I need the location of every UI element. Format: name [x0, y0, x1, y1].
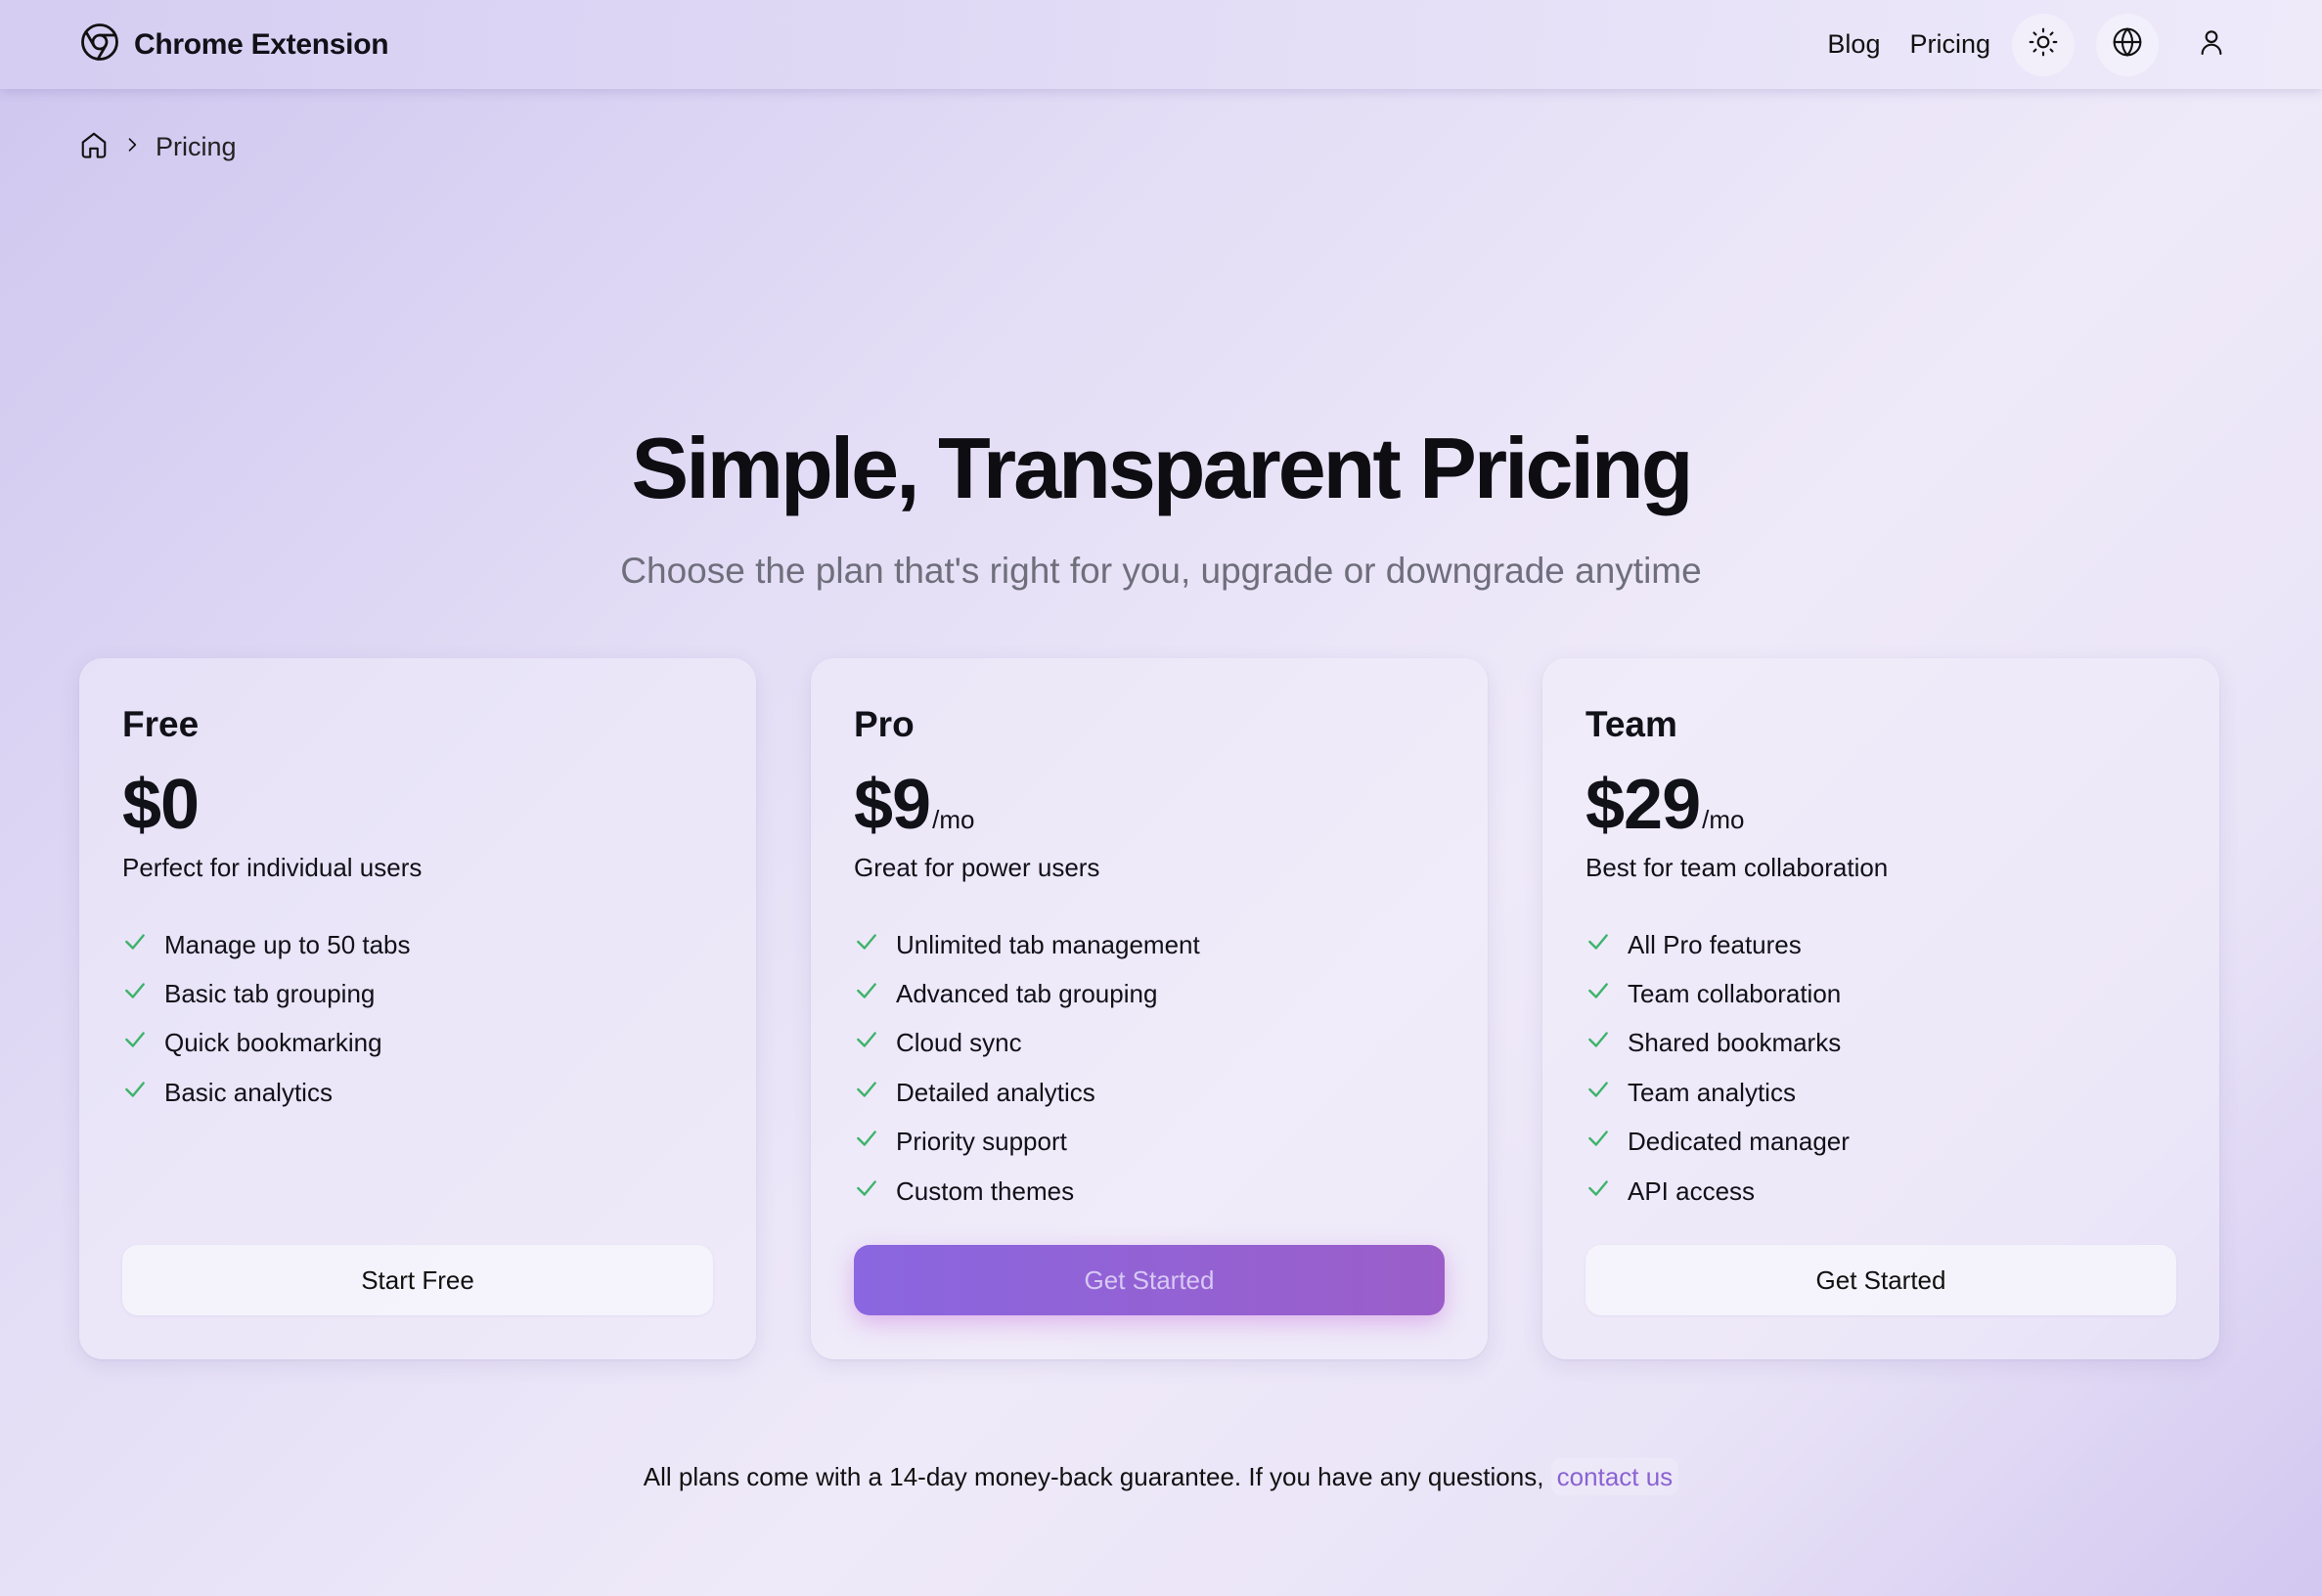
- feature-text: Detailed analytics: [896, 1077, 1095, 1107]
- pro-get-started-button[interactable]: Get Started: [854, 1245, 1445, 1315]
- check-icon: [1585, 1126, 1628, 1158]
- plan-description: Best for team collaboration: [1585, 853, 1889, 882]
- price-row: $29 /mo: [1585, 765, 2176, 844]
- check-icon: [1585, 929, 1628, 961]
- check-icon: [122, 978, 164, 1010]
- check-icon: [854, 1175, 896, 1208]
- page-subtitle: Choose the plan that's right for you, up…: [620, 551, 1702, 591]
- feature-item: Team collaboration: [1585, 969, 2176, 1018]
- feature-text: Custom themes: [896, 1175, 1075, 1206]
- check-icon: [854, 929, 896, 961]
- start-free-button[interactable]: Start Free: [122, 1245, 713, 1315]
- feature-item: Team analytics: [1585, 1068, 2176, 1117]
- plan-name: Pro: [854, 704, 915, 744]
- page-title: Simple, Transparent Pricing: [631, 420, 1694, 516]
- check-icon: [122, 1077, 164, 1109]
- plan-period: /mo: [932, 805, 975, 834]
- globe-icon: [2112, 26, 2143, 63]
- sun-icon: [2028, 26, 2059, 63]
- home-icon[interactable]: [79, 130, 109, 164]
- check-icon: [1585, 1027, 1628, 1059]
- guarantee-note: All plans come with a 14-day money-back …: [0, 1458, 2322, 1495]
- feature-list: Unlimited tab management Advanced tab gro…: [854, 920, 1445, 1216]
- top-navigation-bar: Chrome Extension Blog Pricing: [0, 0, 2322, 89]
- feature-item: Advanced tab grouping: [854, 969, 1445, 1018]
- plan-description: Perfect for individual users: [122, 853, 423, 882]
- feature-text: Manage up to 50 tabs: [164, 929, 411, 959]
- pricing-cards: Free $0 Perfect for individual users Man…: [79, 658, 2219, 1359]
- plan-card-team: Team $29 /mo Best for team collaboration…: [1542, 658, 2219, 1359]
- check-icon: [1585, 978, 1628, 1010]
- user-icon: [2196, 26, 2227, 63]
- chevron-right-icon: [122, 135, 142, 159]
- feature-text: Dedicated manager: [1628, 1127, 1850, 1157]
- feature-item: Manage up to 50 tabs: [122, 920, 713, 969]
- theme-toggle-button[interactable]: [2012, 13, 2075, 76]
- feature-item: Unlimited tab management: [854, 920, 1445, 969]
- language-button[interactable]: [2096, 13, 2159, 76]
- feature-item: All Pro features: [1585, 920, 2176, 969]
- feature-text: Shared bookmarks: [1628, 1028, 1842, 1058]
- plan-price: $9: [854, 766, 931, 844]
- plan-price: $29: [1585, 766, 1701, 844]
- feature-item: Priority support: [854, 1118, 1445, 1167]
- feature-list: All Pro features Team collaboration Shared…: [1585, 920, 2176, 1216]
- plan-price: $0: [122, 766, 200, 844]
- feature-text: API access: [1628, 1175, 1756, 1206]
- guarantee-text: All plans come with a 14-day money-back …: [643, 1462, 1551, 1491]
- feature-text: Quick bookmarking: [164, 1028, 382, 1058]
- feature-text: Basic analytics: [164, 1077, 333, 1107]
- plan-card-pro: Pro $9 /mo Great for power users Unlimit…: [811, 658, 1488, 1359]
- feature-item: Custom themes: [854, 1167, 1445, 1216]
- check-icon: [1585, 1175, 1628, 1208]
- team-get-started-button[interactable]: Get Started: [1585, 1245, 2176, 1315]
- plan-description: Great for power users: [854, 853, 1100, 882]
- check-icon: [854, 1077, 896, 1109]
- feature-text: Basic tab grouping: [164, 979, 376, 1009]
- feature-list: Manage up to 50 tabs Basic tab grouping Qu…: [122, 920, 713, 1118]
- plan-card-free: Free $0 Perfect for individual users Man…: [79, 658, 756, 1359]
- brand-name: Chrome Extension: [134, 27, 389, 61]
- feature-item: Quick bookmarking: [122, 1019, 713, 1068]
- nav-link-pricing[interactable]: Pricing: [1909, 29, 1990, 60]
- feature-item: Cloud sync: [854, 1019, 1445, 1068]
- price-row: $0: [122, 765, 713, 844]
- main-nav: Blog Pricing: [1827, 13, 2243, 76]
- feature-item: Basic analytics: [122, 1068, 713, 1117]
- account-button[interactable]: [2180, 14, 2243, 76]
- nav-link-blog[interactable]: Blog: [1827, 29, 1880, 60]
- feature-item: API access: [1585, 1167, 2176, 1216]
- plan-name: Team: [1585, 704, 1677, 744]
- feature-text: Cloud sync: [896, 1028, 1022, 1058]
- feature-item: Shared bookmarks: [1585, 1019, 2176, 1068]
- feature-text: Team analytics: [1628, 1077, 1796, 1107]
- feature-text: Priority support: [896, 1127, 1067, 1157]
- contact-us-link[interactable]: contact us: [1550, 1458, 1679, 1495]
- check-icon: [854, 1126, 896, 1158]
- check-icon: [122, 929, 164, 961]
- plan-name: Free: [122, 704, 200, 744]
- feature-text: Unlimited tab management: [896, 929, 1200, 959]
- plan-period: /mo: [1702, 805, 1745, 834]
- feature-item: Dedicated manager: [1585, 1118, 2176, 1167]
- breadcrumb-current: Pricing: [156, 132, 237, 161]
- brand[interactable]: Chrome Extension: [79, 22, 389, 67]
- check-icon: [1585, 1077, 1628, 1109]
- breadcrumb: Pricing: [79, 130, 237, 164]
- check-icon: [122, 1027, 164, 1059]
- feature-text: Advanced tab grouping: [896, 979, 1158, 1009]
- feature-text: All Pro features: [1628, 929, 1802, 959]
- price-row: $9 /mo: [854, 765, 1445, 844]
- feature-item: Detailed analytics: [854, 1068, 1445, 1117]
- feature-text: Team collaboration: [1628, 979, 1842, 1009]
- chrome-logo-icon: [79, 22, 120, 67]
- check-icon: [854, 978, 896, 1010]
- feature-item: Basic tab grouping: [122, 969, 713, 1018]
- check-icon: [854, 1027, 896, 1059]
